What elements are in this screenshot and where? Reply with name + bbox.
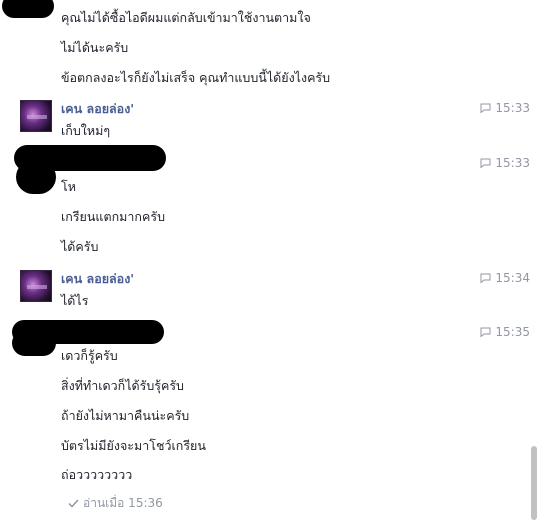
message-text: ได้ครับ — [61, 239, 99, 254]
scrollbar-thumb[interactable] — [531, 446, 537, 520]
timestamp: 15:33 — [480, 156, 530, 170]
message-text: เดวก็รู้ครับ — [61, 348, 118, 363]
message-text: ไม่ได้นะครับ — [61, 40, 129, 55]
timestamp-text: 15:35 — [495, 325, 530, 339]
redacted-avatar — [16, 160, 56, 194]
timestamp-text: 15:33 — [495, 156, 530, 170]
seen-indicator: อ่านเมื่อ 15:36 — [68, 494, 163, 513]
redacted-avatar — [12, 330, 56, 356]
chat-bubble-icon — [480, 273, 491, 283]
avatar[interactable] — [20, 270, 52, 302]
message-text: ถ้ายังไม่หามาคืนน่ะครับ — [61, 408, 190, 423]
check-icon — [68, 499, 79, 508]
timestamp: 15:34 — [480, 271, 530, 285]
message-text: ได้ไร — [61, 293, 89, 308]
timestamp-text: 15:33 — [495, 101, 530, 115]
message-text: บัตรไม่มียังจะมาโชว์เกรียน — [61, 438, 206, 453]
message-text: เก็บใหม่ๆ — [61, 123, 111, 138]
seen-label: อ่านเมื่อ 15:36 — [83, 496, 163, 510]
chat-bubble-icon — [480, 327, 491, 337]
timestamp: 15:33 — [480, 101, 530, 115]
message-text: สิ่งที่ทำเดวก็ได้รับรุ้ครับ — [61, 378, 184, 393]
message-text: เกรียนแตกมากครับ — [61, 209, 166, 224]
timestamp: 15:35 — [480, 325, 530, 339]
message-text: โห — [61, 179, 76, 194]
message-text: ข้อตกลงอะไรก็ยังไม่เสร็จ คุณทำแบบนี้ได้ย… — [61, 70, 331, 85]
timestamp-text: 15:34 — [495, 271, 530, 285]
sender-name[interactable]: เคน ลอยล่อง' — [61, 99, 134, 119]
avatar[interactable] — [20, 100, 52, 132]
message-text: คุณไม่ได้ซื้อไอดีผมแต่กลับเข้ามาใช้งานตา… — [61, 10, 311, 25]
message-text: ถ่อวววววววว — [61, 467, 133, 482]
chat-conversation: คุณไม่ได้ซื้อไอดีผมแต่กลับเข้ามาใช้งานตา… — [0, 0, 538, 522]
chat-bubble-icon — [480, 158, 491, 168]
redacted-avatar — [2, 0, 54, 18]
chat-bubble-icon — [480, 103, 491, 113]
sender-name[interactable]: เคน ลอยล่อง' — [61, 269, 134, 289]
